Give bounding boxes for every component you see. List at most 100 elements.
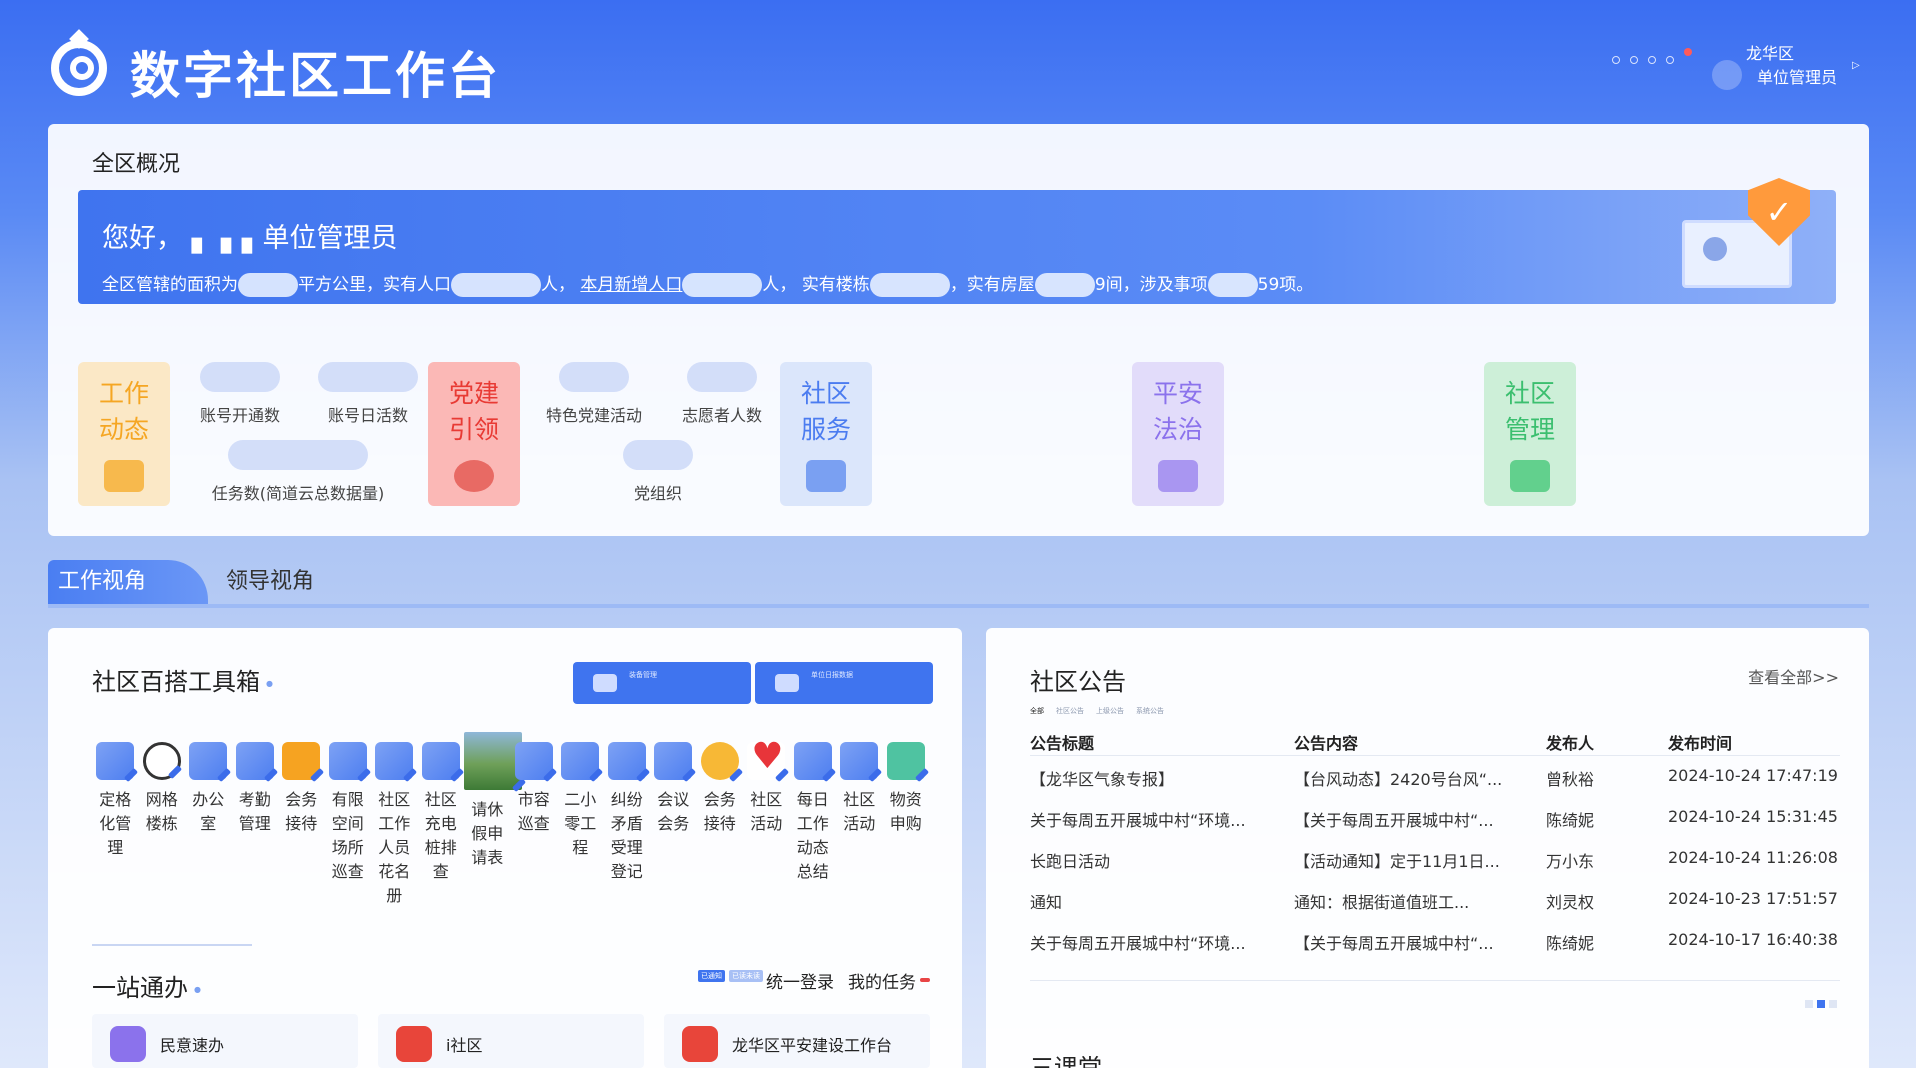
- tool-item[interactable]: 社区活动: [836, 742, 883, 908]
- tool-item[interactable]: 社区工作人员花名册: [371, 742, 418, 908]
- user-menu[interactable]: 龙华区 单位管理员: [1712, 40, 1862, 98]
- chevron-right-icon[interactable]: ▷: [1852, 60, 1860, 71]
- new-population-link[interactable]: 本月新增人口: [580, 275, 682, 295]
- tool-item[interactable]: 会务接待: [697, 742, 744, 908]
- metric-accounts-opened: 账号开通数: [190, 362, 290, 426]
- tool-item[interactable]: 会议会务: [650, 742, 697, 908]
- metric-party-activity: 特色党建活动: [534, 362, 654, 426]
- divider: [1030, 980, 1840, 981]
- tool-item[interactable]: 纠纷矛盾受理登记: [604, 742, 651, 908]
- card-safety-law[interactable]: 平安法治: [1132, 362, 1224, 506]
- view-all-link[interactable]: 查看全部>>: [1748, 664, 1839, 688]
- table-row[interactable]: 长跑日活动 【活动通知】定于11月1日... 万小东 2024-10-24 11…: [1030, 838, 1840, 879]
- metric-party-org: 党组织: [608, 440, 708, 504]
- tool-item[interactable]: 考勤管理: [232, 742, 279, 908]
- masked-value: [869, 273, 950, 297]
- tool-item[interactable]: 市容巡查: [511, 742, 558, 908]
- logo-icon: [51, 29, 107, 96]
- grid-emblem-icon: [142, 742, 181, 780]
- app-item-minyi[interactable]: 民意速办: [92, 1014, 358, 1068]
- service-icon: [806, 460, 846, 492]
- subtab-superior[interactable]: 上级公告: [1096, 706, 1124, 716]
- tool-grid: 定格化管理 网格楼栋 办公室 考勤管理 会务接待 有限空间场所巡查 社区工作人员…: [92, 732, 930, 908]
- tab-leader-view[interactable]: 领导视角: [226, 560, 314, 604]
- masked-value: [1034, 273, 1095, 297]
- masked-value: [1207, 273, 1258, 297]
- user-edit-icon: [793, 742, 832, 780]
- page-dot[interactable]: [1805, 1000, 1813, 1008]
- user-edit-icon: [421, 742, 460, 780]
- card-work-dynamics[interactable]: 工作动态: [78, 362, 170, 506]
- my-tasks-link[interactable]: 我的任务: [848, 968, 916, 993]
- tool-item[interactable]: 定格化管理: [92, 742, 139, 908]
- subtab-system[interactable]: 系统公告: [1136, 706, 1164, 716]
- tool-item[interactable]: 请休假申请表: [464, 732, 522, 908]
- app-list: 民意速办 i社区 龙华区平安建设工作台: [92, 1014, 930, 1068]
- heart-icon: [747, 736, 786, 780]
- safety-platform-icon: [682, 1026, 718, 1062]
- table-header: 公告标题 公告内容 发布人 发布时间: [1030, 720, 1840, 756]
- unified-login-link[interactable]: 统一登录: [766, 968, 834, 993]
- page-dot-active[interactable]: [1817, 1000, 1825, 1008]
- minyi-icon: [110, 1026, 146, 1062]
- page-dot[interactable]: [1829, 1000, 1837, 1008]
- tool-item[interactable]: 物资申购: [883, 742, 930, 908]
- circle-icon[interactable]: [1612, 56, 1620, 64]
- quick-button-equipment[interactable]: 装备管理: [573, 662, 751, 704]
- overview-title: 全区概况: [92, 152, 181, 177]
- table-row[interactable]: 【龙华区气象专报】 【台风动态】2420号台风“... 曾秋裕 2024-10-…: [1030, 756, 1840, 797]
- table-row[interactable]: 关于每周五开展城中村“环境... 【关于每周五开展城中村“... 陈绮妮 202…: [1030, 920, 1840, 961]
- user-edit-icon: [96, 742, 135, 780]
- tool-item[interactable]: 会务接待: [278, 742, 325, 908]
- divider: [92, 944, 252, 946]
- folder-icon: [775, 674, 799, 692]
- one-stop-tags: 已通知 已读未读: [698, 970, 763, 982]
- shield-icon: [1158, 460, 1198, 492]
- tool-item[interactable]: 有限空间场所巡查: [325, 742, 372, 908]
- info-icon: ●: [194, 984, 201, 994]
- tool-item[interactable]: 网格楼栋: [139, 742, 186, 908]
- tool-item[interactable]: 办公室: [185, 742, 232, 908]
- landscape-photo-icon: [464, 732, 522, 790]
- table-row[interactable]: 通知 通知：根据街道值班工... 刘灵权 2024-10-23 17:51:57: [1030, 879, 1840, 920]
- avatar[interactable]: [1712, 60, 1742, 90]
- toolbox-panel: 社区百搭工具箱 ● 装备管理 单位日报数据 定格化管理 网格楼栋 办公室 考勤管理…: [48, 628, 962, 1068]
- masked-value: [682, 273, 763, 297]
- app-item-safety-platform[interactable]: 龙华区平安建设工作台: [664, 1014, 930, 1068]
- notice-subtabs: 全部 社区公告 上级公告 系统公告: [1030, 706, 1164, 716]
- tool-item[interactable]: 社区活动: [743, 736, 790, 908]
- metric-volunteers: 志愿者人数: [672, 362, 772, 426]
- tool-item[interactable]: 二小零工程: [557, 742, 604, 908]
- welcome-banner: 您好， ▖ ▖▖单位管理员 全区管辖的面积为 平方公里，实有人口 人， 本月新增人口…: [78, 178, 1836, 304]
- tool-item[interactable]: 社区充电桩排查: [418, 742, 465, 908]
- card-party-building[interactable]: 党建引领: [428, 362, 520, 506]
- info-icon: ●: [266, 678, 273, 688]
- card-community-management[interactable]: 社区管理: [1484, 362, 1576, 506]
- next-section-title: 三课堂: [1030, 1054, 1102, 1068]
- metric-daily-active: 账号日活数: [318, 362, 418, 426]
- user-edit-icon: [328, 742, 367, 780]
- table-row[interactable]: 关于每周五开展城中村“环境... 【关于每周五开展城中村“... 陈绮妮 202…: [1030, 797, 1840, 838]
- tab-work-view[interactable]: 工作视角: [48, 560, 208, 604]
- message-icon[interactable]: [1648, 56, 1656, 64]
- tab-underline: [48, 604, 1869, 608]
- app-item-i-community[interactable]: i社区: [378, 1014, 644, 1068]
- notice-panel: 社区公告 查看全部>> 全部 社区公告 上级公告 系统公告 公告标题 公告内容 …: [986, 628, 1869, 1068]
- app-title: 数字社区工作台: [130, 47, 501, 105]
- quick-button-daily-report[interactable]: 单位日报数据: [755, 662, 933, 704]
- briefcase-icon: [104, 460, 144, 492]
- bell-icon[interactable]: [1666, 56, 1674, 64]
- search-icon[interactable]: [1630, 56, 1638, 64]
- user-edit-icon: [235, 742, 274, 780]
- masked-value: [238, 273, 298, 297]
- notice-title: 社区公告: [1030, 668, 1126, 696]
- user-edit-icon: [514, 742, 553, 780]
- card-community-service[interactable]: 社区服务: [780, 362, 872, 506]
- subtab-community[interactable]: 社区公告: [1056, 706, 1084, 716]
- metric-tasks: 任务数(简道云总数据量): [198, 440, 398, 504]
- tool-item[interactable]: 每日工作动态总结: [790, 742, 837, 908]
- toolbox-icon: [1510, 460, 1550, 492]
- phone-purchase-icon: [886, 742, 925, 780]
- folder-icon: [593, 674, 617, 692]
- subtab-all[interactable]: 全部: [1030, 706, 1044, 716]
